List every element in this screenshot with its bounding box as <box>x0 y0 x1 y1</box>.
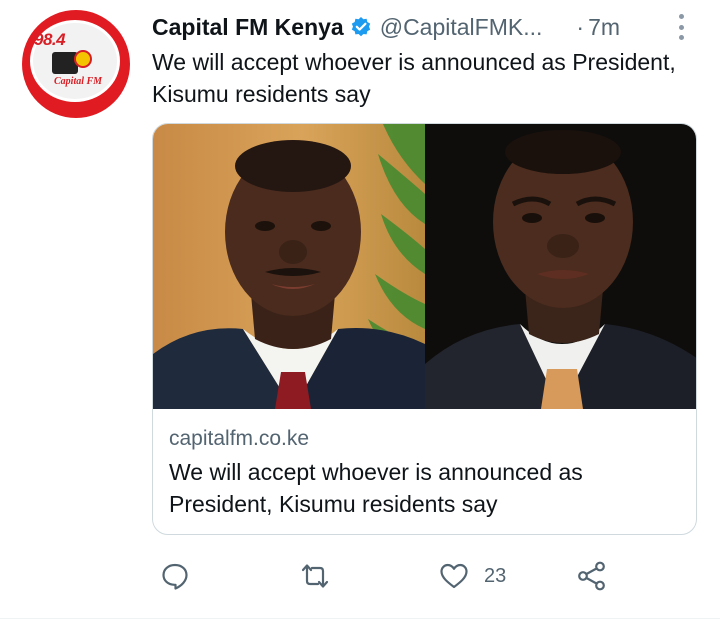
tweet-timestamp[interactable]: 7m <box>588 14 620 41</box>
avatar-logo-dot <box>74 50 92 68</box>
reply-icon <box>160 561 190 591</box>
tweet-text: We will accept whoever is announced as P… <box>152 49 676 107</box>
card-domain: capitalfm.co.ke <box>169 427 310 450</box>
card-image[interactable] <box>153 124 696 409</box>
more-options-icon[interactable] <box>676 12 686 42</box>
reply-button[interactable] <box>160 558 190 594</box>
retweet-icon <box>298 561 332 591</box>
like-count: 23 <box>484 564 507 587</box>
retweet-button[interactable] <box>298 558 332 594</box>
tweet-actions: 23 <box>152 558 622 594</box>
tweet-header: Capital FM Kenya @CapitalFMK... · 7m <box>152 10 712 44</box>
avatar-brand: Capital FM <box>54 76 103 87</box>
avatar-frequency: 98.4 <box>34 30 66 49</box>
avatar[interactable]: 98.4 Capital FM <box>22 10 130 118</box>
like-button[interactable]: 23 <box>438 558 506 594</box>
tweet-divider <box>0 618 720 619</box>
tweet[interactable]: 98.4 Capital FM Capital FM Kenya @Capita… <box>0 0 720 622</box>
verified-badge-icon <box>350 16 372 38</box>
share-button[interactable] <box>576 558 608 594</box>
author-display-name[interactable]: Capital FM Kenya <box>152 14 344 41</box>
card-title: We will accept whoever is announced as P… <box>169 459 583 517</box>
card-image-right-portrait <box>425 124 696 409</box>
author-handle[interactable]: @CapitalFMK... <box>380 14 543 41</box>
separator-dot: · <box>576 13 585 40</box>
card-image-left-portrait <box>153 124 425 409</box>
link-card[interactable]: capitalfm.co.ke We will accept whoever i… <box>152 123 697 535</box>
card-meta[interactable]: capitalfm.co.ke We will accept whoever i… <box>169 424 689 520</box>
heart-icon <box>438 561 470 591</box>
share-icon <box>576 560 608 592</box>
